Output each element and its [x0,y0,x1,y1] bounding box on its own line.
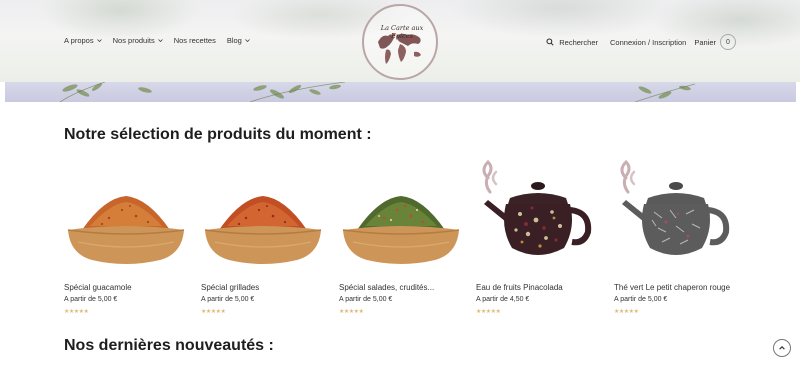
chevron-down-icon [96,39,102,43]
product-card[interactable]: Thé vert Le petit chaperon rouge A parti… [614,158,738,318]
rating-stars: ★★★★★ [614,309,639,315]
green-herb-bowl-image [342,196,460,264]
product-card[interactable]: Spécial guacamole A partir de 5,00 € ★★★… [64,158,188,318]
nav-label: Blog [226,36,242,45]
nav-item-blog[interactable]: Blog [227,36,250,45]
chevron-down-icon [157,39,163,43]
product-name[interactable]: Thé vert Le petit chaperon rouge [614,283,730,292]
decorative-banner [5,82,796,102]
fruit-teapot-image [482,159,592,255]
search-label: Rechercher [559,37,599,47]
cart-label: Panier [694,37,716,47]
search-icon [546,38,554,46]
red-spice-bowl-image [204,196,322,264]
product-card[interactable]: Spécial grillades A partir de 5,00 € ★★★… [201,158,325,318]
product-name[interactable]: Spécial grillades [201,283,259,292]
nav-label: Nos recettes [173,36,216,45]
account-link[interactable]: Connexion / Inscription [610,38,686,47]
selection-title: Notre sélection de produits du moment : [64,126,372,143]
header-actions: Rechercher Connexion / Inscription Panie… [546,34,736,50]
leaves-decoration-icon [59,82,696,102]
rating-stars: ★★★★★ [476,309,501,315]
product-price: A partir de 5,00 € [64,296,118,303]
product-price: A partir de 5,00 € [614,296,668,303]
site-header: A propos Nos produits Nos recettes Blog … [0,0,800,82]
green-tea-teapot-image [620,159,730,255]
nav-label: A propos [64,36,94,45]
search-button[interactable]: Rechercher [546,38,598,47]
product-name[interactable]: Spécial salades, crudités... [339,283,434,292]
nav-item-a-propos[interactable]: A propos [64,36,102,45]
product-grid: Spécial guacamole A partir de 5,00 € ★★★… [64,158,744,318]
product-card[interactable]: Spécial salades, crudités... A partir de… [339,158,463,318]
product-price: A partir de 5,00 € [339,296,393,303]
cart-button[interactable]: Panier 0 [694,34,736,50]
product-name[interactable]: Eau de fruits Pinacolada [476,283,563,292]
rating-stars: ★★★★★ [339,309,364,315]
site-logo[interactable]: La Carte aux Epices [362,4,438,80]
product-card[interactable]: Eau de fruits Pinacolada A partir de 4,5… [476,158,600,318]
scroll-to-top-button[interactable] [773,339,791,357]
world-map-logo-icon [378,33,421,64]
rating-stars: ★★★★★ [64,309,89,315]
nav-item-nos-produits[interactable]: Nos produits [113,36,163,45]
chevron-down-icon [245,39,250,43]
product-price: A partir de 4,50 € [476,296,530,303]
logo-text: La Carte aux Epices [380,24,424,40]
orange-spice-bowl-image [67,196,185,264]
chevron-up-icon [779,346,785,350]
nav-item-nos-recettes[interactable]: Nos recettes [174,36,216,45]
product-name[interactable]: Spécial guacamole [64,283,132,292]
rating-stars: ★★★★★ [201,309,226,315]
product-price: A partir de 5,00 € [201,296,255,303]
nav-label: Nos produits [112,36,155,45]
new-products-title: Nos dernières nouveautés : [64,337,274,354]
main-nav: A propos Nos produits Nos recettes Blog [64,36,250,45]
cart-count-badge: 0 [720,34,736,50]
